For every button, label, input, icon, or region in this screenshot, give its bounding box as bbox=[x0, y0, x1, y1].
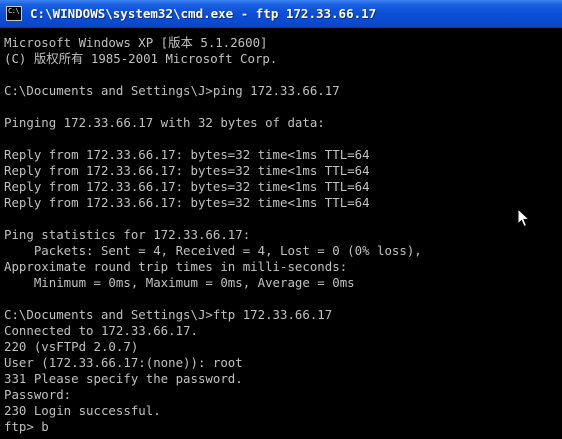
title-bar[interactable]: C:\ C:\WINDOWS\system32\cmd.exe - ftp 17… bbox=[0, 0, 562, 28]
console-line: Reply from 172.33.66.17: bytes=32 time<1… bbox=[4, 179, 370, 194]
console-line: Reply from 172.33.66.17: bytes=32 time<1… bbox=[4, 147, 370, 162]
mouse-pointer-icon bbox=[517, 208, 530, 228]
console-line: Reply from 172.33.66.17: bytes=32 time<1… bbox=[4, 163, 370, 178]
console-line: 230 Login successful. bbox=[4, 403, 161, 418]
console-line: Microsoft Windows XP [版本 5.1.2600] bbox=[4, 35, 268, 50]
console-line: 331 Please specify the password. bbox=[4, 371, 243, 386]
console-line: C:\Documents and Settings\J>ftp 172.33.6… bbox=[4, 307, 333, 322]
console-line: Approximate round trip times in milli-se… bbox=[4, 259, 348, 274]
console-line: User (172.33.66.17:(none)): root bbox=[4, 355, 243, 370]
console-line: Ping statistics for 172.33.66.17: bbox=[4, 227, 251, 242]
console-line: Connected to 172.33.66.17. bbox=[4, 323, 198, 338]
console-line: Reply from 172.33.66.17: bytes=32 time<1… bbox=[4, 195, 370, 210]
console-line: ftp> b bbox=[4, 419, 49, 434]
console-line: Password: bbox=[4, 387, 72, 402]
console-line: Pinging 172.33.66.17 with 32 bytes of da… bbox=[4, 115, 325, 130]
cmd-window-icon[interactable]: C:\ bbox=[6, 6, 22, 21]
console-output[interactable]: Microsoft Windows XP [版本 5.1.2600] (C) 版权… bbox=[4, 35, 558, 439]
console-line: C:\Documents and Settings\J>ping 172.33.… bbox=[4, 83, 340, 98]
window-title: C:\WINDOWS\system32\cmd.exe - ftp 172.33… bbox=[30, 6, 377, 21]
console-line: Packets: Sent = 4, Received = 4, Lost = … bbox=[4, 243, 422, 258]
console-line: 220 (vsFTPd 2.0.7) bbox=[4, 339, 139, 354]
console-line: Minimum = 0ms, Maximum = 0ms, Average = … bbox=[4, 275, 355, 290]
cmd-window: C:\ C:\WINDOWS\system32\cmd.exe - ftp 17… bbox=[0, 0, 562, 439]
console-line: (C) 版权所有 1985-2001 Microsoft Corp. bbox=[4, 51, 278, 66]
